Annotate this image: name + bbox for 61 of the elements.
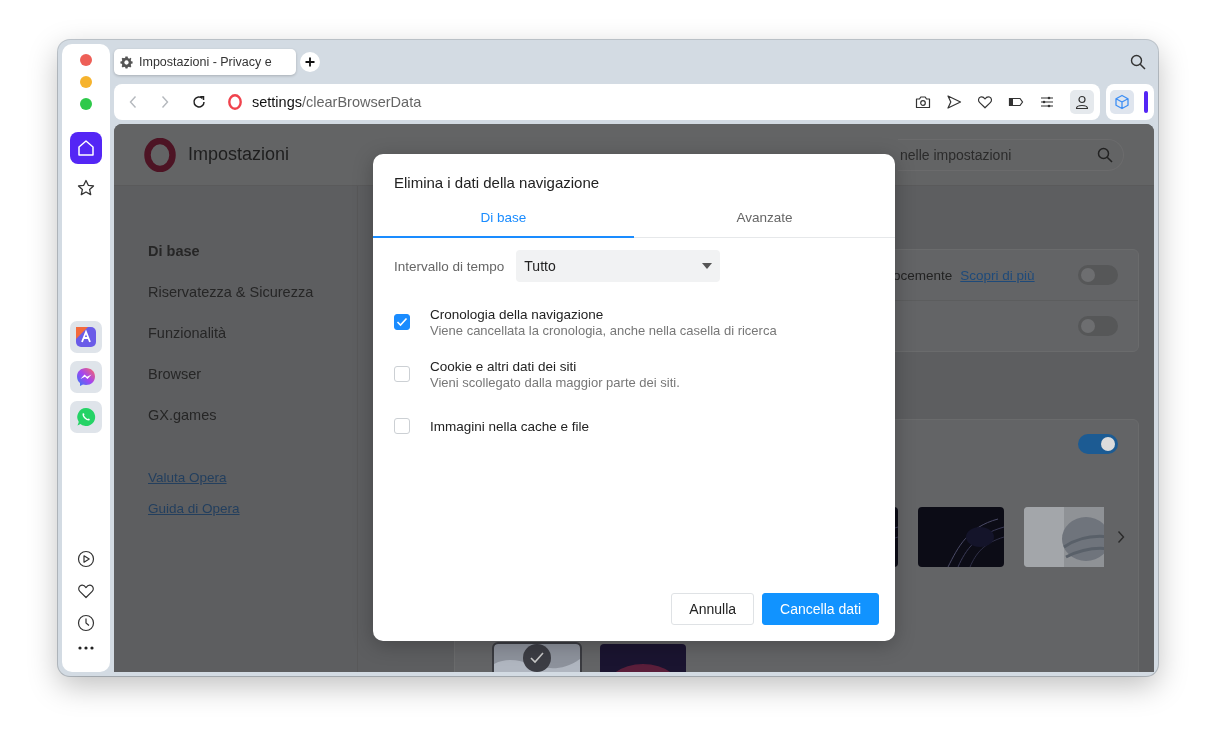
star-icon (76, 178, 96, 198)
camera-icon[interactable] (915, 94, 931, 110)
nav-item[interactable]: Funzionalità (148, 325, 357, 366)
more-icon[interactable] (78, 646, 94, 650)
option-description: Vieni scollegato dalla maggior parte dei siti. (430, 374, 680, 390)
search-icon[interactable] (1130, 54, 1146, 70)
sliders-icon[interactable] (1039, 94, 1055, 110)
dialog-tab[interactable]: Di base (373, 198, 634, 238)
person-icon (1074, 94, 1090, 110)
cube-icon (1114, 94, 1130, 110)
chevron-right-icon[interactable] (1117, 530, 1125, 544)
checkbox[interactable] (394, 314, 410, 330)
send-icon[interactable] (946, 94, 962, 110)
messenger-icon[interactable] (70, 361, 102, 393)
gear-icon (120, 55, 133, 69)
toggle-switch[interactable] (1078, 265, 1118, 285)
help-link[interactable]: Valuta Opera (148, 470, 227, 485)
dialog-tab[interactable]: Avanzate (634, 198, 895, 238)
opera-logo-icon (228, 94, 242, 110)
home-button[interactable] (70, 132, 102, 164)
confirm-button[interactable]: Cancella dati (762, 593, 879, 625)
opera-logo-icon (144, 137, 176, 172)
toggle-switch[interactable] (1078, 434, 1118, 454)
option-label: Immagini nella cache e file (430, 418, 590, 434)
reload-icon[interactable] (192, 95, 206, 109)
time-range-dropdown[interactable]: Tutto (516, 250, 721, 282)
time-range-label: Intervallo di tempo (394, 258, 505, 274)
nav-item[interactable]: Di base (148, 243, 357, 284)
nav-item[interactable]: GX.games (148, 407, 357, 448)
heart-icon[interactable] (77, 582, 95, 600)
setting-label: ocemente (893, 267, 953, 283)
extension-button[interactable] (1110, 90, 1134, 114)
new-tab-button[interactable] (300, 52, 320, 72)
profile-button[interactable] (1070, 90, 1094, 114)
option-label: Cronologia della navigazione (430, 306, 605, 322)
toggle-switch[interactable] (1078, 316, 1118, 336)
checkbox[interactable] (394, 418, 410, 434)
help-link[interactable]: Guida di Opera (148, 501, 240, 516)
history-icon[interactable] (77, 614, 95, 632)
dialog-title: Elimina i dati della navigazione (393, 173, 601, 193)
nav-item[interactable]: Riservatezza & Sicurezza (148, 284, 357, 325)
app-launcher-icon[interactable] (70, 321, 102, 353)
plus-icon (305, 57, 315, 67)
search-icon (1097, 146, 1113, 163)
player-icon[interactable] (77, 550, 95, 568)
checkbox[interactable] (394, 366, 410, 382)
option-label: Cookie e altri dati dei siti (430, 358, 578, 374)
close-button[interactable] (80, 54, 92, 66)
checkmark-icon (396, 317, 408, 327)
heart-icon[interactable] (977, 94, 993, 110)
settings-title: Impostazioni (188, 144, 290, 165)
dropdown-caret-icon (702, 263, 713, 269)
home-icon (76, 138, 96, 158)
panel-indicator (1144, 91, 1148, 113)
address-bar[interactable]: settings/clearBrowserData (114, 84, 1100, 120)
nav-item[interactable]: Browser (148, 366, 357, 407)
learn-more-link[interactable]: Scopri di più (960, 267, 1035, 283)
browser-tab[interactable]: Impostazioni - Privacy e (114, 49, 296, 75)
cancel-button[interactable]: Annulla (671, 593, 755, 625)
url-text[interactable]: settings/clearBrowserData (252, 94, 422, 110)
option-description: Viene cancellata la cronologia, anche nella casella di ricerca (430, 322, 777, 338)
